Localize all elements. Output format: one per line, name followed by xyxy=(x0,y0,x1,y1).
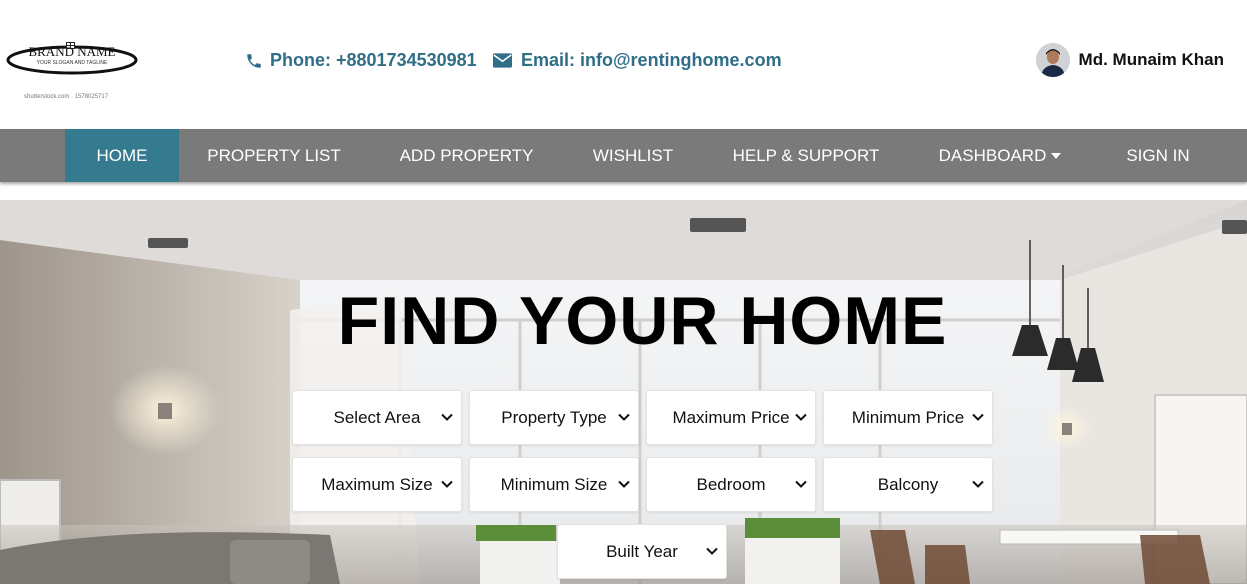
minimum-size-label: Minimum Size xyxy=(500,474,608,494)
user-name: Md. Munaim Khan xyxy=(1078,50,1224,69)
chevron-down-icon xyxy=(441,480,453,488)
nav-dashboard[interactable]: DASHBOARD xyxy=(928,129,1072,182)
chevron-down-icon xyxy=(706,547,718,555)
maximum-size-dropdown[interactable]: Maximum Size xyxy=(292,457,462,512)
avatar[interactable] xyxy=(1035,43,1070,77)
email-text: Email: info@rentinghome.com xyxy=(521,50,782,70)
nav-property-list-label: PROPERTY LIST xyxy=(207,145,341,165)
nav-add-property-label: ADD PROPERTY xyxy=(399,145,534,165)
balcony-label: Balcony xyxy=(877,474,939,494)
bedroom-dropdown[interactable]: Bedroom xyxy=(646,457,816,512)
minimum-price-dropdown[interactable]: Minimum Price xyxy=(823,390,993,445)
nav-add-property[interactable]: ADD PROPERTY xyxy=(386,129,547,182)
minimum-price-label: Minimum Price xyxy=(851,407,965,427)
user-profile[interactable]: Md. Munaim Khan xyxy=(1035,43,1224,77)
select-area-label: Select Area xyxy=(333,407,421,427)
balcony-dropdown[interactable]: Balcony xyxy=(823,457,993,512)
nav-sign-in-label: SIGN IN xyxy=(1126,145,1190,165)
minimum-size-dropdown[interactable]: Minimum Size xyxy=(469,457,639,512)
chevron-down-icon xyxy=(618,480,630,488)
nav-sign-in[interactable]: SIGN IN xyxy=(1112,129,1204,182)
nav-property-list[interactable]: PROPERTY LIST xyxy=(190,129,358,182)
hero-section: FIND YOUR HOME Select Area Property Type… xyxy=(0,200,1247,584)
brand-tagline-text: YOUR SLOGAN AND TAGLINE xyxy=(37,60,108,66)
envelope-icon xyxy=(492,51,512,71)
chevron-down-icon xyxy=(795,480,807,488)
built-year-label: Built Year xyxy=(606,541,678,561)
caret-down-icon xyxy=(1051,152,1062,159)
nav-wishlist-label: WISHLIST xyxy=(592,145,674,165)
select-area-dropdown[interactable]: Select Area xyxy=(292,390,462,445)
property-type-dropdown[interactable]: Property Type xyxy=(469,390,639,445)
nav-home[interactable]: HOME xyxy=(65,129,179,182)
phone-text: Phone: +8801734530981 xyxy=(270,50,477,70)
brand-name-text: BRAND NAME xyxy=(28,44,115,59)
nav-home-label: HOME xyxy=(96,145,148,165)
nav-dashboard-label: DASHBOARD xyxy=(938,145,1047,165)
maximum-price-dropdown[interactable]: Maximum Price xyxy=(646,390,816,445)
bedroom-label: Bedroom xyxy=(696,474,766,494)
chevron-down-icon xyxy=(972,480,984,488)
chevron-down-icon xyxy=(972,413,984,421)
phone-icon xyxy=(244,51,264,71)
hero-title: FIND YOUR HOME xyxy=(337,283,948,359)
built-year-dropdown[interactable]: Built Year xyxy=(557,524,727,579)
nav-help-support[interactable]: HELP & SUPPORT xyxy=(720,129,892,182)
main-navbar: HOME PROPERTY LIST ADD PROPERTY WISHLIST… xyxy=(0,129,1247,182)
chevron-down-icon xyxy=(795,413,807,421)
nav-help-support-label: HELP & SUPPORT xyxy=(732,145,880,165)
top-header: BRAND NAME YOUR SLOGAN AND TAGLINE shutt… xyxy=(0,0,1247,128)
email-contact[interactable]: Email: info@rentinghome.com xyxy=(492,50,782,71)
property-type-label: Property Type xyxy=(501,407,607,427)
maximum-price-label: Maximum Price xyxy=(672,407,790,427)
brand-logo[interactable]: BRAND NAME YOUR SLOGAN AND TAGLINE xyxy=(6,36,141,102)
logo-caption: shutterstock.com · 1578025717 xyxy=(24,94,109,100)
maximum-size-label: Maximum Size xyxy=(321,474,433,494)
chevron-down-icon xyxy=(441,413,453,421)
chevron-down-icon xyxy=(618,413,630,421)
nav-wishlist[interactable]: WISHLIST xyxy=(582,129,684,182)
phone-contact[interactable]: Phone: +8801734530981 xyxy=(244,50,477,71)
brand-logo-image: BRAND NAME YOUR SLOGAN AND TAGLINE xyxy=(6,42,138,75)
